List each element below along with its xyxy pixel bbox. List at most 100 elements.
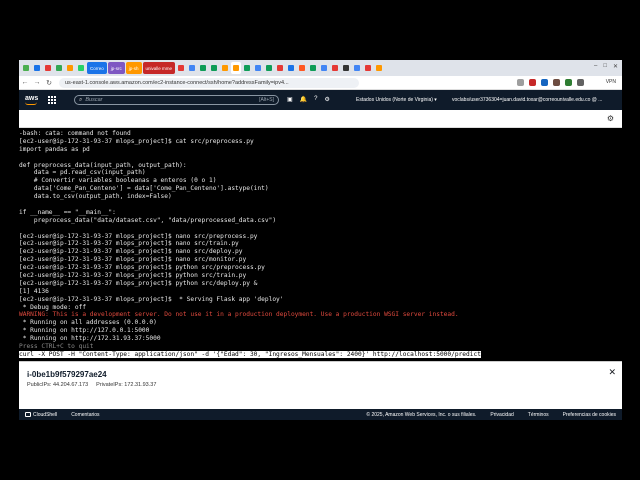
cookies-link[interactable]: Preferencias de cookies <box>563 412 616 418</box>
window-controls: – □ ✕ <box>594 63 618 70</box>
browser-tab[interactable] <box>32 62 42 74</box>
favicon-icon <box>233 65 240 71</box>
favicon-icon <box>178 65 185 71</box>
aws-logo[interactable]: aws <box>25 95 38 105</box>
terminal-line: [ec2-user@ip-172-31-93-37 mlops_project]… <box>19 256 622 264</box>
favicon-icon <box>222 65 229 71</box>
browser-tab[interactable] <box>264 62 274 74</box>
close-icon[interactable]: ✕ <box>608 367 616 378</box>
minimize-icon[interactable]: – <box>594 63 597 70</box>
bell-icon[interactable]: 🔔 <box>300 96 307 103</box>
browser-tab[interactable] <box>352 62 362 74</box>
favicon-icon <box>365 65 372 71</box>
terminal-line: [ec2-user@ip-172-31-93-37 mlops_project]… <box>19 264 622 272</box>
close-window-icon[interactable]: ✕ <box>613 63 618 70</box>
terminal-line-text: * Running on http://127.0.0.1:5000 <box>19 327 150 335</box>
favicon-icon <box>310 65 317 71</box>
browser-tab[interactable] <box>374 62 384 74</box>
copyright: © 2025, Amazon Web Services, Inc. o sus … <box>366 411 477 418</box>
tab-label: univalle mme <box>145 65 173 71</box>
browser-tab[interactable] <box>330 62 340 74</box>
reload-icon[interactable]: ↻ <box>43 79 55 87</box>
browser-tab[interactable] <box>275 62 285 74</box>
cloudshell-button[interactable]: CloudShell <box>25 412 57 418</box>
cloudshell-icon[interactable]: ▣ <box>287 96 293 103</box>
browser-tab[interactable] <box>231 62 242 74</box>
terminal-icon <box>25 412 31 417</box>
terminal[interactable]: -bash: cata: command not found [ec2-user@… <box>19 128 622 361</box>
back-icon[interactable]: ← <box>19 79 31 86</box>
favicon-icon <box>332 65 339 71</box>
account-menu[interactable]: voclabs/user3736304=juan.david.toxar@cor… <box>452 97 602 103</box>
search-input[interactable]: ⌕ Buscar [Alt+S] <box>74 95 279 105</box>
browser-tab[interactable] <box>319 62 329 74</box>
browser-tab[interactable] <box>198 62 208 74</box>
browser-tab[interactable]: jp-src <box>107 62 125 74</box>
browser-tab[interactable] <box>65 62 75 74</box>
browser-tab[interactable]: Correo <box>87 62 107 74</box>
extension-icon[interactable] <box>529 79 536 86</box>
browser-tab[interactable] <box>297 62 307 74</box>
favicon-icon <box>189 65 196 71</box>
browser-tab[interactable] <box>341 62 351 74</box>
vpn-badge[interactable]: VPN <box>606 79 616 85</box>
extension-icon[interactable] <box>517 79 524 86</box>
extension-icon[interactable] <box>541 79 548 86</box>
services-grid-icon[interactable] <box>48 95 57 105</box>
favicon-icon <box>354 65 361 71</box>
extension-icon[interactable] <box>565 79 572 86</box>
terminal-line: import pandas as pd <box>19 146 622 154</box>
terminal-line: data.to_csv(output_path, index=False) <box>19 193 622 201</box>
favicon-icon <box>255 65 262 71</box>
settings-icon[interactable]: ⚙ <box>607 114 614 123</box>
ip-addresses: PublicIPs: 44.204.67.173 PrivateIPs: 172.… <box>27 382 156 388</box>
forward-icon[interactable]: → <box>31 79 43 86</box>
terminal-line: WARNING: This is a development server. D… <box>19 311 622 319</box>
favicon-icon <box>277 65 284 71</box>
terminal-line-text: [ec2-user@ip-172-31-93-37 mlops_project]… <box>19 137 254 145</box>
favicon-icon <box>78 65 84 71</box>
browser-tab[interactable]: univalle mme <box>142 62 176 74</box>
browser-tab[interactable] <box>76 62 86 74</box>
browser-tab[interactable] <box>242 62 252 74</box>
terminal-line: Press CTRL+C to quit <box>19 343 622 351</box>
browser-tab[interactable] <box>176 62 186 74</box>
favicon-icon <box>200 65 207 71</box>
region-selector[interactable]: Estados Unidos (Norte de Virginia) ▾ <box>356 97 437 103</box>
gear-icon[interactable]: ⚙ <box>325 96 330 103</box>
browser-tab[interactable] <box>209 62 219 74</box>
terminal-line-text: [ec2-user@ip-172-31-93-37 mlops_project]… <box>19 240 239 248</box>
browser-tab[interactable] <box>308 62 318 74</box>
browser-tab[interactable] <box>220 62 230 74</box>
favicon-icon <box>299 65 306 71</box>
extension-icon[interactable] <box>553 79 560 86</box>
terms-link[interactable]: Términos <box>528 412 549 418</box>
browser-tab[interactable] <box>187 62 197 74</box>
extension-icon[interactable] <box>577 79 584 86</box>
comments-link[interactable]: Comentarios <box>71 412 99 418</box>
instance-id: i-0be1b9f579297ae24 <box>27 370 107 379</box>
browser-tab[interactable] <box>253 62 263 74</box>
search-shortcut: [Alt+S] <box>259 97 274 103</box>
terminal-line-text: # Convertir variables booleanas a entero… <box>19 177 217 185</box>
console-footer: CloudShell Comentarios © 2025, Amazon We… <box>19 409 622 420</box>
browser-tab[interactable] <box>363 62 373 74</box>
browser-tab[interactable] <box>286 62 296 74</box>
browser-tab[interactable]: jp-sh <box>125 62 142 74</box>
terminal-line-text: data.to_csv(output_path, index=False) <box>19 193 172 201</box>
browser-tab[interactable] <box>43 62 53 74</box>
help-icon[interactable]: ? <box>314 96 317 103</box>
terminal-line: * Running on http://127.0.0.1:5000 <box>19 327 622 335</box>
tab-label: Correo <box>90 65 104 71</box>
maximize-icon[interactable]: □ <box>603 63 607 70</box>
terminal-line: [ec2-user@ip-172-31-93-37 mlops_project]… <box>19 240 622 248</box>
tab-strip: Correo jp-src jp-sh univalle mme – □ ✕ <box>19 60 622 76</box>
terminal-line-text: data['Come_Pan_Centeno'] = data['Come_Pa… <box>19 185 269 193</box>
browser-tab[interactable] <box>21 62 31 74</box>
address-bar: ← → ↻ us-east-1.console.aws.amazon.com/e… <box>19 76 622 90</box>
browser-tab[interactable] <box>54 62 64 74</box>
favicon-icon <box>45 65 51 71</box>
url-input[interactable]: us-east-1.console.aws.amazon.com/ec2-ins… <box>59 77 359 88</box>
privacy-link[interactable]: Privacidad <box>490 412 513 418</box>
